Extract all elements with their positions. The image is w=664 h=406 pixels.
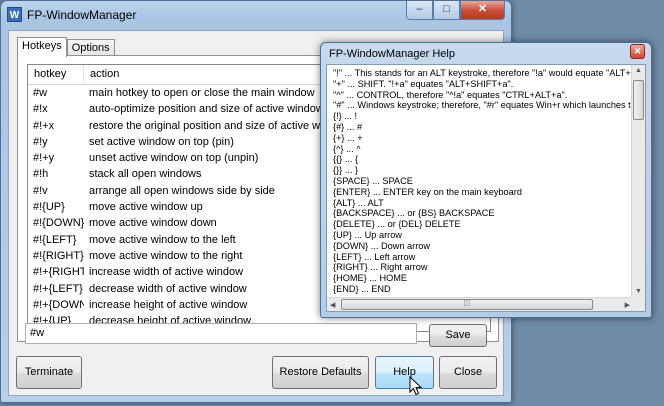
caption-buttons: – □ ✕ xyxy=(406,1,505,20)
hotkey-cell: #!+{RIGHT} xyxy=(33,266,84,279)
tab-hotkeys[interactable]: Hotkeys xyxy=(17,37,67,57)
hotkey-cell: #!y xyxy=(33,135,48,148)
scroll-left-icon[interactable]: ◀ xyxy=(330,301,335,309)
hotkey-cell: #!+{LEFT} xyxy=(33,282,83,295)
window-title: FP-WindowManager xyxy=(27,8,137,22)
help-line: {!} ... ! xyxy=(333,111,358,122)
help-line: "#" ... Windows keystroke; therefore, "#… xyxy=(333,100,641,111)
terminate-button[interactable]: Terminate xyxy=(16,356,82,389)
help-line: {^} ... ^ xyxy=(333,143,361,154)
help-line: {ENTER} ... ENTER key on the main keyboa… xyxy=(333,186,522,197)
app-icon: W xyxy=(7,7,22,22)
scroll-right-icon[interactable]: ▶ xyxy=(625,301,630,309)
help-text-area[interactable]: "!" ... This stands for an ALT keystroke… xyxy=(326,64,646,312)
help-line: {ALT} ... ALT xyxy=(333,197,384,208)
hotkey-cell: #!{UP} xyxy=(33,201,65,214)
save-button[interactable]: Save xyxy=(429,324,487,347)
hotkey-cell: #w xyxy=(33,87,48,99)
close-window-button[interactable]: ✕ xyxy=(460,1,505,20)
help-line: "^" ... CONTROL, therefore "^!a" equates… xyxy=(333,89,568,100)
minimize-button[interactable]: – xyxy=(406,1,433,20)
help-line: {DOWN} ... Down arrow xyxy=(333,240,431,251)
help-line: {LEFT} ... Left arrow xyxy=(333,251,416,262)
vertical-scroll-thumb[interactable] xyxy=(633,80,644,120)
help-line: {{} ... { xyxy=(333,154,359,165)
horizontal-scrollbar[interactable]: ◀ ⁞⁞⁞ ▶ xyxy=(327,297,633,311)
hotkey-cell: #!+x xyxy=(33,119,55,132)
help-line: {BACKSPACE} ... or {BS} BACKSPACE xyxy=(333,208,495,219)
help-window: FP-WindowManager Help ✕ "!" ... This sta… xyxy=(320,42,652,318)
mouse-cursor-icon xyxy=(409,376,423,396)
scroll-up-icon[interactable]: ▲ xyxy=(635,67,642,74)
help-button[interactable]: Help xyxy=(375,356,434,389)
help-window-title: FP-WindowManager Help xyxy=(329,48,455,60)
tab-strip: Hotkeys Options xyxy=(17,37,115,57)
column-header-hotkey[interactable]: hotkey xyxy=(28,65,84,84)
help-line: "+" ... SHIFT. "!+a" equates "ALT+SHIFT+… xyxy=(333,78,514,89)
maximize-button[interactable]: □ xyxy=(433,1,460,20)
help-close-button[interactable]: ✕ xyxy=(630,44,645,59)
help-line: {+} ... + xyxy=(333,132,363,143)
help-line: {DELETE} ... or {DEL} DELETE xyxy=(333,219,461,230)
vertical-scrollbar[interactable]: ▲ ▼ xyxy=(631,65,645,297)
hotkey-cell: #!{RIGHT} xyxy=(33,249,84,262)
hotkey-cell: #!+{DOWN} xyxy=(33,298,84,311)
tab-options[interactable]: Options xyxy=(66,39,115,56)
horizontal-scroll-thumb[interactable]: ⁞⁞⁞ xyxy=(341,299,593,310)
hotkey-cell: #!h xyxy=(33,168,49,181)
help-line: "!" ... This stands for an ALT keystroke… xyxy=(333,68,640,78)
help-line: {HOME} ... HOME xyxy=(333,273,408,284)
hotkey-cell: #!v xyxy=(33,184,48,197)
help-text: "!" ... This stands for an ALT keystroke… xyxy=(333,68,641,295)
help-line: {RIGHT} ... Right arrow xyxy=(333,262,428,273)
restore-defaults-button[interactable]: Restore Defaults xyxy=(272,356,369,389)
hotkey-cell: #!x xyxy=(33,103,48,116)
scroll-corner xyxy=(631,297,645,311)
main-titlebar[interactable]: W FP-WindowManager – □ ✕ xyxy=(1,1,511,29)
help-line: {#} ... # xyxy=(333,121,363,132)
help-line: {}} ... } xyxy=(333,165,359,176)
hotkey-input[interactable]: #w xyxy=(25,323,417,344)
close-button[interactable]: Close xyxy=(439,356,497,389)
hotkey-cell: #!{LEFT} xyxy=(33,233,77,246)
help-line: {SPACE} ... SPACE xyxy=(333,175,413,186)
scroll-down-icon[interactable]: ▼ xyxy=(635,288,642,295)
hotkey-cell: #!+y xyxy=(33,152,55,165)
help-line: {UP} ... Up arrow xyxy=(333,229,402,240)
hotkey-cell: #!{DOWN} xyxy=(33,217,84,230)
help-line: {END} ... END xyxy=(333,283,391,294)
